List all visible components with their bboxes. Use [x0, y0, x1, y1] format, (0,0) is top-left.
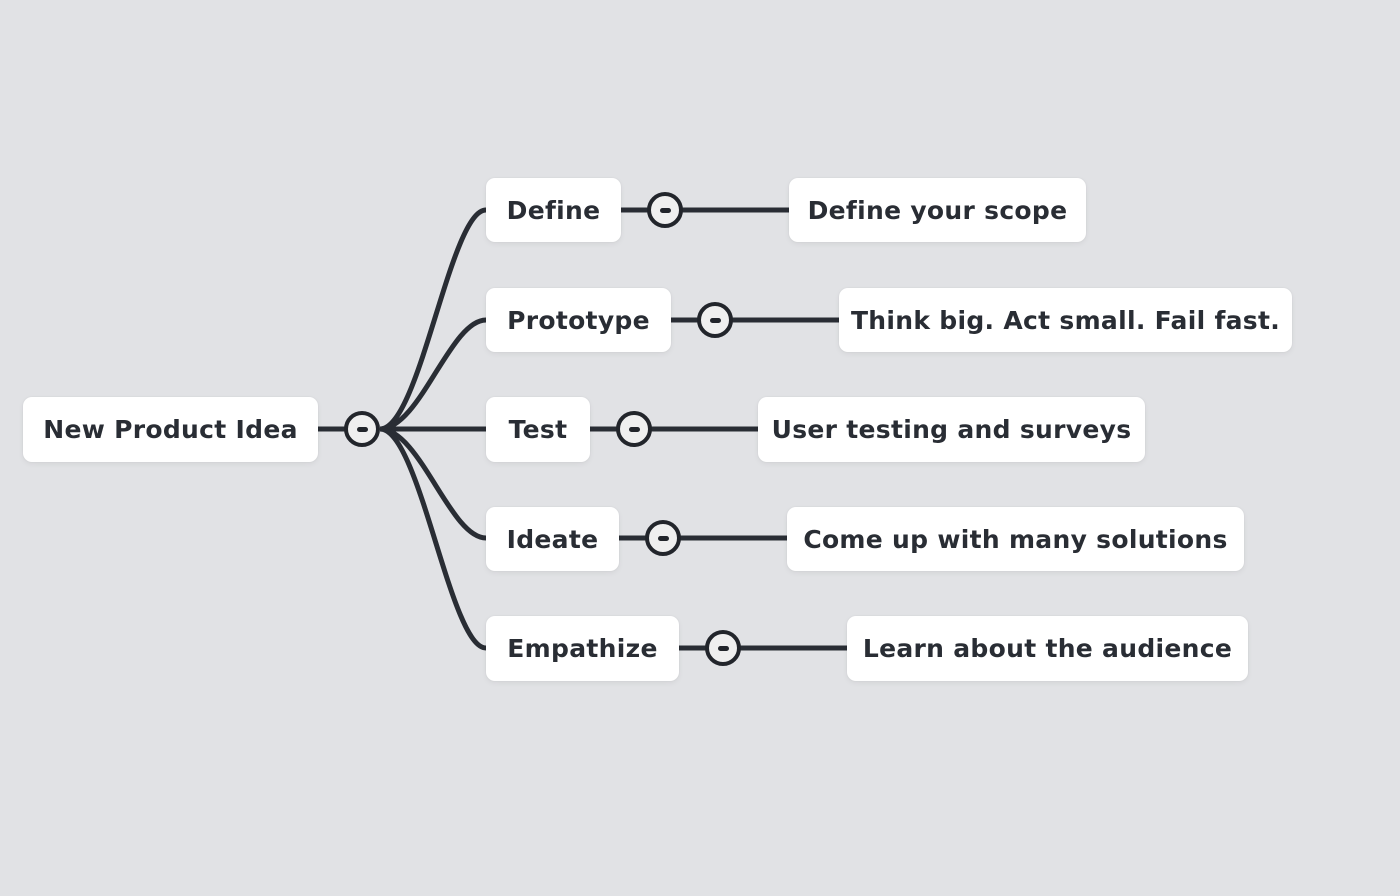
mindmap-canvas[interactable]: New Product Idea Define Define your scop…	[0, 0, 1400, 896]
branch-node-empathize[interactable]: Empathize	[486, 616, 679, 681]
branch-node-define[interactable]: Define	[486, 178, 621, 242]
link-root-ideate	[379, 426, 487, 541]
ideate-collapse-button[interactable]	[645, 520, 681, 556]
child-node-prototype[interactable]: Think big. Act small. Fail fast.	[839, 288, 1292, 352]
test-collapse-button[interactable]	[616, 411, 652, 447]
branch-label: Test	[508, 415, 568, 444]
minus-circle-icon	[357, 427, 368, 432]
child-node-test[interactable]: User testing and surveys	[758, 397, 1145, 462]
define-collapse-button[interactable]	[647, 192, 683, 228]
child-label: Define your scope	[807, 195, 1068, 225]
child-node-ideate[interactable]: Come up with many solutions	[787, 507, 1244, 571]
child-label: Come up with many solutions	[803, 524, 1228, 554]
branch-node-ideate[interactable]: Ideate	[486, 507, 619, 571]
branch-node-test[interactable]: Test	[486, 397, 590, 462]
empathize-collapse-button[interactable]	[705, 630, 741, 666]
child-node-define[interactable]: Define your scope	[789, 178, 1086, 242]
link-root-define	[379, 207, 487, 432]
minus-circle-icon	[629, 427, 640, 432]
branch-label: Ideate	[506, 524, 599, 554]
minus-circle-icon	[660, 208, 671, 213]
branch-label: Define	[506, 195, 601, 225]
root-node-label: New Product Idea	[43, 415, 298, 444]
minus-circle-icon	[658, 536, 669, 541]
child-label: Learn about the audience	[862, 634, 1233, 663]
link-root-empathize	[379, 426, 487, 651]
child-label: Think big. Act small. Fail fast.	[850, 305, 1281, 335]
minus-circle-icon	[710, 318, 721, 323]
branch-label: Empathize	[507, 634, 658, 663]
minus-circle-icon	[718, 646, 729, 651]
prototype-collapse-button[interactable]	[697, 302, 733, 338]
branch-label: Prototype	[507, 305, 650, 335]
child-node-empathize[interactable]: Learn about the audience	[847, 616, 1248, 681]
child-label: User testing and surveys	[771, 415, 1132, 444]
branch-node-prototype[interactable]: Prototype	[486, 288, 671, 352]
link-root-prototype	[379, 317, 487, 432]
root-collapse-button[interactable]	[344, 411, 380, 447]
root-node[interactable]: New Product Idea	[23, 397, 318, 462]
